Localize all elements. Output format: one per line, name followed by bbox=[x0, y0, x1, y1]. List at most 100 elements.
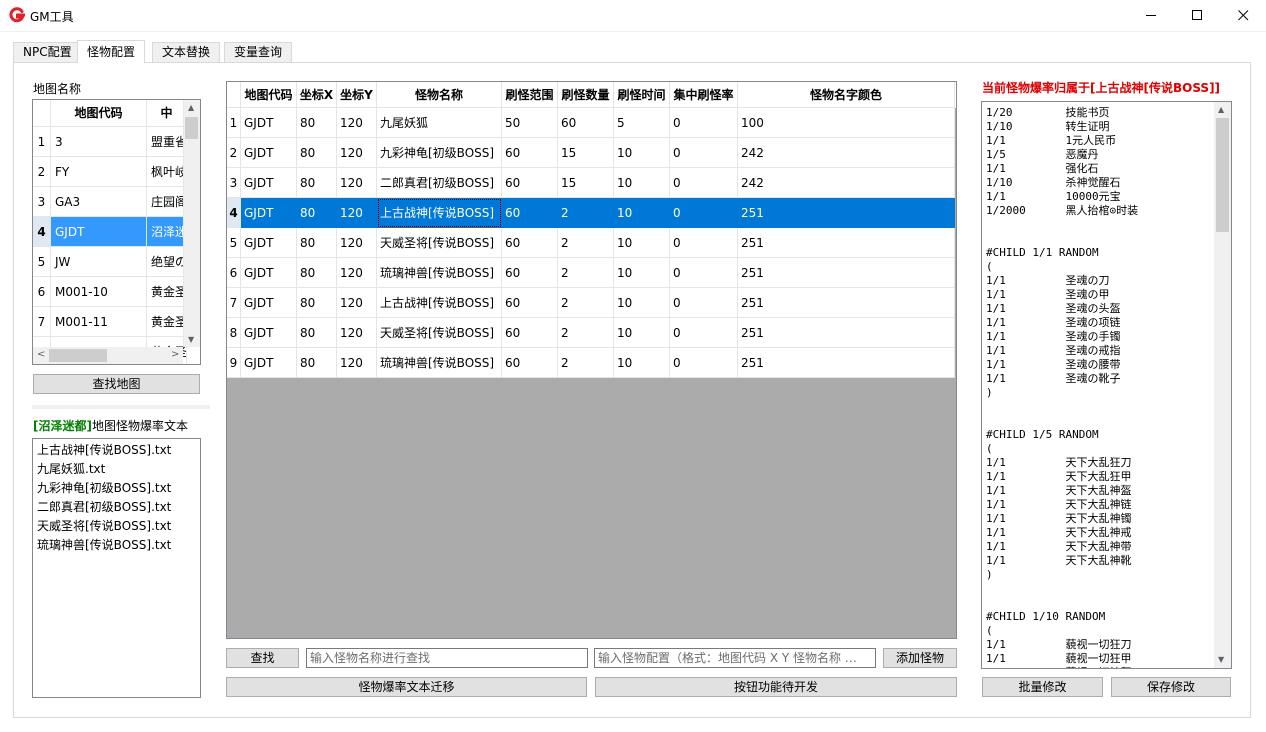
monster-cell[interactable]: 10 bbox=[614, 258, 670, 288]
monster-cell[interactable]: 0 bbox=[670, 318, 738, 348]
monster-cell[interactable]: 0 bbox=[670, 138, 738, 168]
monster-cell[interactable]: 0 bbox=[670, 108, 738, 138]
monster-cell[interactable]: GJDT bbox=[241, 288, 297, 318]
drop-file-item[interactable]: 九彩神龟[初级BOSS].txt bbox=[37, 479, 200, 498]
monster-grid-header-cell[interactable]: 刷怪范围 bbox=[502, 82, 558, 108]
monster-cell[interactable]: 80 bbox=[297, 168, 337, 198]
monster-cell[interactable]: 60 bbox=[502, 258, 558, 288]
drop-text-vscroll-thumb[interactable] bbox=[1216, 118, 1229, 232]
monster-cell[interactable]: 251 bbox=[738, 288, 955, 318]
find-map-button[interactable]: 查找地图 bbox=[33, 374, 200, 394]
search-button[interactable]: 查找 bbox=[226, 648, 299, 668]
monster-row[interactable]: 7 GJDT 80 120 上古战神[传说BOSS] 60 2 10 0 251 bbox=[227, 288, 956, 318]
map-row-name[interactable]: 绝望の bbox=[147, 247, 187, 277]
monster-cell[interactable]: 2 bbox=[558, 318, 614, 348]
monster-row-index[interactable]: 6 bbox=[227, 258, 241, 288]
monster-cell[interactable]: GJDT bbox=[241, 348, 297, 378]
drop-file-item[interactable]: 二郎真君[初级BOSS].txt bbox=[37, 498, 200, 517]
map-row-name[interactable]: 盟重省 bbox=[147, 127, 187, 157]
monster-cell[interactable]: 80 bbox=[297, 348, 337, 378]
map-row-index[interactable]: 6 bbox=[33, 277, 51, 307]
monster-row-index[interactable]: 3 bbox=[227, 168, 241, 198]
monster-row[interactable]: 2 GJDT 80 120 九彩神龟[初级BOSS] 60 15 10 0 242 bbox=[227, 138, 956, 168]
monster-cell[interactable]: 60 bbox=[502, 198, 558, 228]
map-row-index[interactable]: 2 bbox=[33, 157, 51, 187]
monster-cell[interactable]: 2 bbox=[558, 228, 614, 258]
monster-cell[interactable]: 242 bbox=[738, 138, 955, 168]
map-grid-header-code[interactable]: 地图代码 bbox=[51, 100, 147, 127]
tab-variable-query[interactable]: 变量查询 bbox=[224, 42, 293, 62]
map-row-name[interactable]: 庄园阁 bbox=[147, 187, 187, 217]
drop-rate-text[interactable]: 1/20 技能书页 1/10 转生证明 1/1 1元人民币 1/5 恶魔丹 1/… bbox=[986, 106, 1214, 668]
monster-cell[interactable]: 琉璃神兽[传说BOSS] bbox=[377, 348, 502, 378]
map-row-index[interactable]: 5 bbox=[33, 247, 51, 277]
monster-row[interactable]: 4 GJDT 80 120 上古战神[传说BOSS] 60 2 10 0 251 bbox=[227, 198, 956, 228]
monster-grid-header-cell[interactable]: 集中刷怪率 bbox=[670, 82, 738, 108]
monster-cell[interactable]: 120 bbox=[337, 288, 377, 318]
monster-cell[interactable]: 251 bbox=[738, 318, 955, 348]
monster-cell[interactable]: 100 bbox=[738, 108, 955, 138]
monster-cell[interactable]: 80 bbox=[297, 318, 337, 348]
map-row-name[interactable]: 黄金圣 bbox=[147, 277, 187, 307]
map-row-code[interactable]: 3 bbox=[51, 127, 147, 157]
monster-cell[interactable]: 120 bbox=[337, 138, 377, 168]
map-row[interactable]: 3 GA3 庄园阁 bbox=[33, 187, 187, 217]
scroll-down-icon[interactable]: ▼ bbox=[1218, 656, 1224, 664]
monster-cell[interactable]: 15 bbox=[558, 138, 614, 168]
monster-grid-header-cell[interactable]: 怪物名称 bbox=[377, 82, 502, 108]
tab-npc-config[interactable]: NPC配置 bbox=[13, 42, 82, 62]
monster-cell[interactable]: 0 bbox=[670, 348, 738, 378]
map-row-code[interactable]: FY bbox=[51, 157, 147, 187]
monster-cell[interactable]: 60 bbox=[502, 168, 558, 198]
drop-file-item[interactable]: 九尾妖狐.txt bbox=[37, 460, 200, 479]
monster-cell[interactable]: 60 bbox=[502, 228, 558, 258]
save-changes-button[interactable]: 保存修改 bbox=[1111, 677, 1231, 697]
maximize-button[interactable] bbox=[1174, 0, 1220, 31]
monster-cell[interactable]: 251 bbox=[738, 348, 955, 378]
scroll-down-icon[interactable]: ▼ bbox=[188, 336, 194, 344]
monster-cell[interactable]: 15 bbox=[558, 168, 614, 198]
monster-cell[interactable]: 二郎真君[初级BOSS] bbox=[377, 168, 502, 198]
monster-row[interactable]: 8 GJDT 80 120 天威圣将[传说BOSS] 60 2 10 0 251 bbox=[227, 318, 956, 348]
map-row-code[interactable]: GA3 bbox=[51, 187, 147, 217]
map-row[interactable]: 2 FY 枫叶岐 bbox=[33, 157, 187, 187]
map-row-name[interactable]: 沼泽迷 bbox=[147, 217, 187, 247]
monster-cell[interactable]: 120 bbox=[337, 198, 377, 228]
monster-cell[interactable]: 120 bbox=[337, 348, 377, 378]
drop-rate-textbox[interactable]: 1/20 技能书页 1/10 转生证明 1/1 1元人民币 1/5 恶魔丹 1/… bbox=[981, 101, 1232, 669]
monster-cell[interactable]: 120 bbox=[337, 108, 377, 138]
scroll-left-icon[interactable]: < bbox=[37, 350, 45, 360]
monster-search-input[interactable]: 输入怪物名称进行查找 bbox=[306, 648, 588, 668]
monster-cell[interactable]: GJDT bbox=[241, 108, 297, 138]
monster-cell[interactable]: 2 bbox=[558, 348, 614, 378]
monster-row-index[interactable]: 4 bbox=[227, 198, 241, 228]
monster-cell[interactable]: 九尾妖狐 bbox=[377, 108, 502, 138]
monster-cell[interactable]: 10 bbox=[614, 318, 670, 348]
map-row[interactable]: 6 M001-10 黄金圣 bbox=[33, 277, 187, 307]
monster-cell[interactable]: 10 bbox=[614, 228, 670, 258]
monster-cell[interactable]: GJDT bbox=[241, 318, 297, 348]
migrate-drop-text-button[interactable]: 怪物爆率文本迁移 bbox=[226, 677, 587, 697]
monster-cell[interactable]: 80 bbox=[297, 228, 337, 258]
monster-grid-header-cell[interactable]: 坐标X bbox=[297, 82, 337, 108]
monster-cell[interactable]: 242 bbox=[738, 168, 955, 198]
monster-grid-header-cell[interactable]: 地图代码 bbox=[241, 82, 297, 108]
monster-cell[interactable]: 120 bbox=[337, 168, 377, 198]
monster-cell[interactable]: 琉璃神兽[传说BOSS] bbox=[377, 258, 502, 288]
monster-row[interactable]: 9 GJDT 80 120 琉璃神兽[传说BOSS] 60 2 10 0 251 bbox=[227, 348, 956, 378]
monster-cell[interactable]: 251 bbox=[738, 258, 955, 288]
map-row-code[interactable]: JW bbox=[51, 247, 147, 277]
tab-monster-config[interactable]: 怪物配置 bbox=[77, 40, 146, 63]
monster-cell[interactable]: 0 bbox=[670, 258, 738, 288]
scroll-up-icon[interactable]: ▲ bbox=[1218, 106, 1224, 114]
monster-row[interactable]: 3 GJDT 80 120 二郎真君[初级BOSS] 60 15 10 0 242 bbox=[227, 168, 956, 198]
monster-cell[interactable]: 80 bbox=[297, 108, 337, 138]
pending-feature-button[interactable]: 按钮功能待开发 bbox=[595, 677, 957, 697]
map-row-index[interactable]: 4 bbox=[33, 217, 51, 247]
map-grid-vscroll-thumb[interactable] bbox=[185, 117, 198, 139]
map-row-code[interactable]: M001-11 bbox=[51, 307, 147, 337]
monster-cell[interactable]: 80 bbox=[297, 138, 337, 168]
monster-cell[interactable]: 天威圣将[传说BOSS] bbox=[377, 228, 502, 258]
tab-text-replace[interactable]: 文本替换 bbox=[152, 42, 221, 62]
monster-cell[interactable]: 120 bbox=[337, 318, 377, 348]
